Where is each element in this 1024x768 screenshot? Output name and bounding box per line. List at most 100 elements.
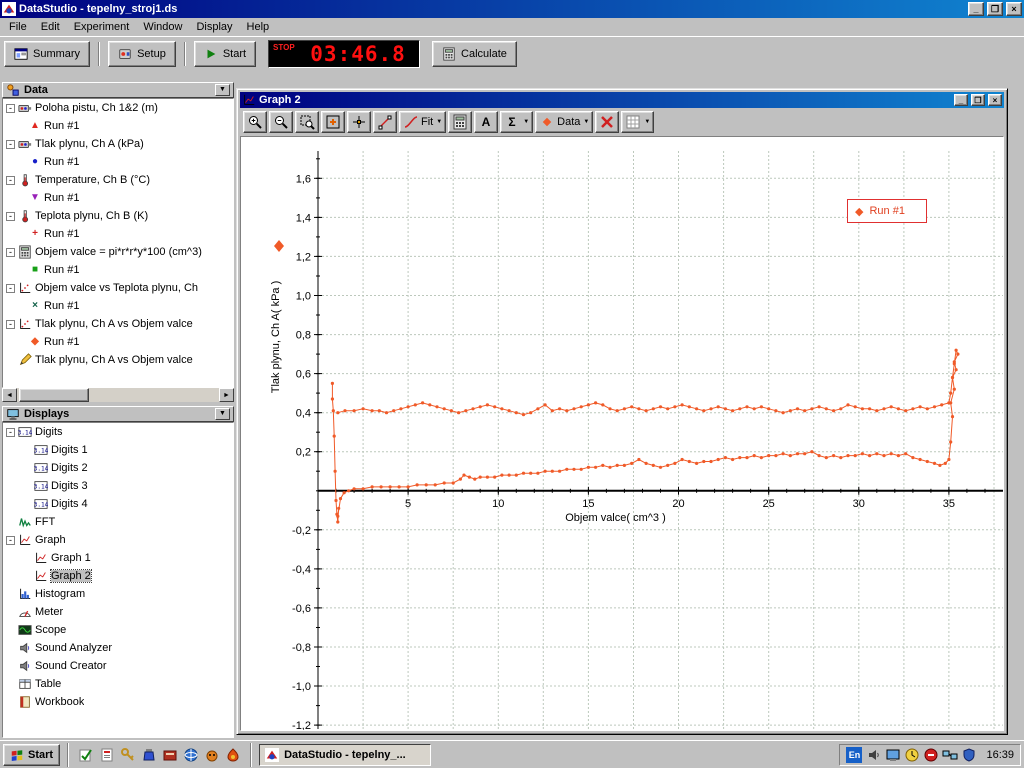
display-item-meter[interactable]: -Meter xyxy=(3,603,233,621)
data-item-8[interactable]: -Tlak plynu, Ch A vs Objem valce xyxy=(3,351,233,369)
start-menu-button[interactable]: Start xyxy=(3,744,60,766)
display-item-graph-1[interactable]: -Graph 1 xyxy=(3,549,233,567)
display-item-scope[interactable]: -Scope xyxy=(3,621,233,639)
summary-button[interactable]: Summary xyxy=(4,41,90,67)
grid-settings-button[interactable]: ▼ xyxy=(621,111,654,133)
quicklaunch-icon-3[interactable] xyxy=(118,745,138,765)
data-item-3[interactable]: -Temperature, Ch B (°C) xyxy=(3,171,233,189)
display-item-histogram[interactable]: -Histogram xyxy=(3,585,233,603)
displays-panel-dropdown[interactable]: ▼ xyxy=(215,408,230,420)
data-item-7[interactable]: -Tlak plynu, Ch A vs Objem valce xyxy=(3,315,233,333)
display-item-digits-3[interactable]: -3.14Digits 3 xyxy=(3,477,233,495)
run-item[interactable]: ▲Run #1 xyxy=(3,117,233,135)
scroll-left-button[interactable]: ◄ xyxy=(2,388,17,402)
stop-label: STOP xyxy=(273,43,301,52)
zoom-out-button[interactable] xyxy=(269,111,293,133)
network-icon[interactable] xyxy=(942,747,958,763)
tree-expand-toggle[interactable]: - xyxy=(6,140,15,149)
calculate-tool-button[interactable] xyxy=(448,111,472,133)
tree-expand-toggle[interactable]: - xyxy=(6,176,15,185)
quicklaunch-icon-8[interactable] xyxy=(223,745,243,765)
display-item-sound-analyzer[interactable]: -Sound Analyzer xyxy=(3,639,233,657)
display-item-digits-4[interactable]: -3.14Digits 4 xyxy=(3,495,233,513)
tree-expand-toggle[interactable]: - xyxy=(6,248,15,257)
graph-close-button[interactable]: × xyxy=(988,94,1002,106)
display-item-workbook[interactable]: -Workbook xyxy=(3,693,233,711)
scrollbar-thumb[interactable] xyxy=(19,388,89,402)
menu-experiment[interactable]: Experiment xyxy=(67,19,137,35)
menu-display[interactable]: Display xyxy=(189,19,239,35)
calculate-button[interactable]: Calculate xyxy=(432,41,517,67)
graph-legend[interactable]: ◆ Run #1 xyxy=(847,199,927,223)
close-button[interactable]: × xyxy=(1006,2,1022,16)
display-item-fft[interactable]: -FFT xyxy=(3,513,233,531)
text-tool-button[interactable]: A xyxy=(474,111,498,133)
taskbar-task-datastudio[interactable]: DataStudio - tepelny_... xyxy=(259,744,431,766)
volume-icon[interactable] xyxy=(866,747,882,763)
minimize-button[interactable]: _ xyxy=(968,2,984,16)
quicklaunch-icon-2[interactable] xyxy=(97,745,117,765)
graph-minimize-button[interactable]: _ xyxy=(954,94,968,106)
menu-window[interactable]: Window xyxy=(136,19,189,35)
tree-expand-toggle[interactable]: - xyxy=(6,536,15,545)
scroll-right-button[interactable]: ► xyxy=(219,388,234,402)
display-item-sound-creator[interactable]: -Sound Creator xyxy=(3,657,233,675)
display-item-digits-2[interactable]: -3.14Digits 2 xyxy=(3,459,233,477)
run-item[interactable]: ●Run #1 xyxy=(3,153,233,171)
quicklaunch-icon-4[interactable] xyxy=(139,745,159,765)
displays-panel-header[interactable]: Displays ▼ xyxy=(2,406,234,422)
data-item-1[interactable]: -Poloha pistu, Ch 1&2 (m) xyxy=(3,99,233,117)
run-item[interactable]: ×Run #1 xyxy=(3,297,233,315)
quicklaunch-icon-5[interactable] xyxy=(160,745,180,765)
scrollbar-track[interactable] xyxy=(17,388,219,402)
zoom-select-button[interactable] xyxy=(295,111,319,133)
scale-to-fit-button[interactable] xyxy=(321,111,345,133)
run-item[interactable]: +Run #1 xyxy=(3,225,233,243)
display-item-table[interactable]: -Table xyxy=(3,675,233,693)
tree-expand-toggle[interactable]: - xyxy=(6,320,15,329)
display-item-digits-1[interactable]: -3.14Digits 1 xyxy=(3,441,233,459)
tree-expand-toggle[interactable]: - xyxy=(6,284,15,293)
smart-tool-button[interactable] xyxy=(347,111,371,133)
remove-button[interactable] xyxy=(595,111,619,133)
tree-expand-toggle[interactable]: - xyxy=(6,104,15,113)
graph-plot[interactable]: 1,61,41,21,00,80,60,40,2-0,2-0,4-0,6-0,8… xyxy=(241,137,1004,731)
run-item[interactable]: ▼Run #1 xyxy=(3,189,233,207)
setup-button[interactable]: Setup xyxy=(108,41,176,67)
run-item[interactable]: ■Run #1 xyxy=(3,261,233,279)
data-panel-dropdown[interactable]: ▼ xyxy=(215,84,230,96)
display-item-digits[interactable]: -3.14Digits xyxy=(3,423,233,441)
maximize-button[interactable]: ❐ xyxy=(987,2,1003,16)
data-panel-header[interactable]: Data ▼ xyxy=(2,82,234,98)
run-item[interactable]: ◆Run #1 xyxy=(3,333,233,351)
quicklaunch-icon-6[interactable] xyxy=(181,745,201,765)
menu-file[interactable]: File xyxy=(2,19,34,35)
display-item-graph[interactable]: -Graph xyxy=(3,531,233,549)
menu-edit[interactable]: Edit xyxy=(34,19,67,35)
data-item-2[interactable]: -Tlak plynu, Ch A (kPa) xyxy=(3,135,233,153)
zoom-in-button[interactable] xyxy=(243,111,267,133)
tree-expand-toggle[interactable]: - xyxy=(6,428,15,437)
language-indicator[interactable]: En xyxy=(846,747,862,763)
statistics-button[interactable]: Σ▼ xyxy=(500,111,533,133)
slope-tool-button[interactable] xyxy=(373,111,397,133)
summary-panel: Data ▼ -Poloha pistu, Ch 1&2 (m)▲Run #1-… xyxy=(2,82,234,738)
data-item-4[interactable]: -Teplota plynu, Ch B (K) xyxy=(3,207,233,225)
data-item-5[interactable]: -Objem valce = pi*r*r*y*100 (cm^3) xyxy=(3,243,233,261)
display-item-graph-2[interactable]: -Graph 2 xyxy=(3,567,233,585)
graph-maximize-button[interactable]: ❐ xyxy=(971,94,985,106)
shield-icon[interactable] xyxy=(961,747,977,763)
display-settings-icon[interactable] xyxy=(885,747,901,763)
data-panel-hscrollbar[interactable]: ◄ ► xyxy=(2,388,234,402)
quicklaunch-icon-1[interactable] xyxy=(76,745,96,765)
tree-expand-toggle[interactable]: - xyxy=(6,212,15,221)
menu-help[interactable]: Help xyxy=(240,19,277,35)
scheduler-icon[interactable] xyxy=(904,747,920,763)
fit-menu-button[interactable]: Fit▼ xyxy=(399,111,446,133)
graph-window-titlebar[interactable]: Graph 2 _ ❐ × xyxy=(240,92,1004,108)
antivirus-icon[interactable] xyxy=(923,747,939,763)
data-menu-button[interactable]: Data▼ xyxy=(535,111,593,133)
quicklaunch-icon-7[interactable] xyxy=(202,745,222,765)
data-item-6[interactable]: -Objem valce vs Teplota plynu, Ch xyxy=(3,279,233,297)
start-button[interactable]: Start xyxy=(194,41,256,67)
